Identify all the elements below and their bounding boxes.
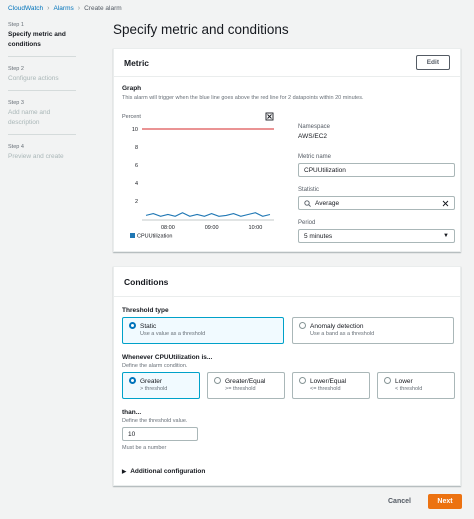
step-1: Step 1 Specify metric and conditions xyxy=(8,22,76,57)
step-3: Step 3 Add name and description xyxy=(8,100,76,135)
step-4: Step 4 Preview and create xyxy=(8,144,76,162)
condition-lower-option[interactable]: Lower < threshold xyxy=(377,372,455,399)
than-hint: Must be a number xyxy=(122,445,167,451)
x-tick-label: 10:00 xyxy=(249,225,263,231)
than-desc: Define the threshold value. xyxy=(122,418,188,424)
option-title: Greater/Equal xyxy=(225,378,266,386)
breadcrumb-cloudwatch[interactable]: CloudWatch xyxy=(8,5,43,12)
step-number: Step 4 xyxy=(8,144,24,150)
option-desc: >= threshold xyxy=(225,386,256,393)
metric-name-input[interactable]: CPUUtilization xyxy=(298,163,455,177)
cpu-series-line xyxy=(145,212,271,217)
whenever-desc: Define the alarm condition. xyxy=(122,363,188,369)
breadcrumb: CloudWatch › Alarms › Create alarm xyxy=(8,5,122,12)
step-number: Step 3 xyxy=(8,100,24,106)
anomaly-desc: Use a band as a threshold xyxy=(310,331,375,338)
step-number: Step 2 xyxy=(8,66,24,72)
metric-details: Namespace AWS/EC2 Metric name CPUUtiliza… xyxy=(298,124,455,243)
cancel-button[interactable]: Cancel xyxy=(388,498,411,505)
graph-label: Graph xyxy=(122,85,142,92)
step-number: Step 1 xyxy=(8,22,24,28)
caret-right-icon: ▶ xyxy=(122,468,127,475)
condition-greater-equal-option[interactable]: Greater/Equal >= threshold xyxy=(207,372,285,399)
option-title: Greater xyxy=(140,378,163,386)
step-title: Add name and description xyxy=(8,109,51,126)
step-2: Step 2 Configure actions xyxy=(8,66,76,91)
period-select[interactable]: 5 minutes ▼ xyxy=(298,229,455,243)
metric-panel-header: Metric Edit xyxy=(114,49,460,77)
y-tick-label: 10 xyxy=(132,127,138,133)
option-desc: < threshold xyxy=(395,386,423,393)
y-axis-label: Percent xyxy=(122,114,141,120)
step-title: Preview and create xyxy=(8,153,64,160)
conditions-panel: Conditions Threshold type Static Use a v… xyxy=(113,266,461,486)
cpu-chart: Percent 10 8 6 4 2 08:00 09:00 10:00 CPUUtiliz… xyxy=(122,112,274,240)
threshold-value-input[interactable]: 10 xyxy=(122,427,198,441)
x-tick-label: 09:00 xyxy=(205,225,219,231)
radio-unselected xyxy=(214,377,221,384)
step-divider xyxy=(8,56,76,57)
threshold-type-label: Threshold type xyxy=(122,307,169,314)
condition-greater-option[interactable]: Greater > threshold xyxy=(122,372,200,399)
than-label: than... xyxy=(122,409,142,416)
page-title: Specify metric and conditions xyxy=(113,22,289,37)
statistic-value: Average xyxy=(315,199,340,207)
y-tick-label: 6 xyxy=(135,163,138,169)
namespace-label: Namespace xyxy=(298,124,331,130)
radio-selected xyxy=(129,377,136,384)
caret-down-icon: ▼ xyxy=(443,233,449,239)
threshold-value: 10 xyxy=(128,430,136,438)
metric-panel-title: Metric xyxy=(124,57,150,68)
search-icon xyxy=(304,199,311,207)
option-title: Lower xyxy=(395,378,413,386)
chevron-right-icon: › xyxy=(77,5,81,12)
conditions-panel-title: Conditions xyxy=(124,276,169,287)
metric-panel: Metric Edit Graph This alarm will trigge… xyxy=(113,48,461,252)
threshold-anomaly-option[interactable]: Anomaly detection Use a band as a thresh… xyxy=(292,317,454,344)
step-divider xyxy=(8,90,76,91)
anomaly-title: Anomaly detection xyxy=(310,323,364,331)
wizard-steps: Step 1 Specify metric and conditions Ste… xyxy=(8,22,76,171)
conditions-panel-header: Conditions xyxy=(114,267,460,297)
y-tick-label: 8 xyxy=(135,145,138,151)
metric-name-label: Metric name xyxy=(298,154,332,160)
x-tick-label: 08:00 xyxy=(161,225,175,231)
step-divider xyxy=(8,134,76,135)
clear-icon[interactable] xyxy=(442,200,449,207)
static-title: Static xyxy=(140,323,157,331)
legend-swatch xyxy=(130,233,135,238)
breadcrumb-current: Create alarm xyxy=(84,5,122,12)
step-title: Configure actions xyxy=(8,75,59,82)
option-desc: <= threshold xyxy=(310,386,341,393)
static-desc: Use a value as a threshold xyxy=(140,331,206,338)
y-tick-label: 2 xyxy=(135,199,138,205)
next-button[interactable]: Next xyxy=(428,494,462,509)
radio-selected xyxy=(129,322,136,329)
chevron-right-icon: › xyxy=(47,5,50,12)
namespace-value: AWS/EC2 xyxy=(298,133,328,140)
breadcrumb-alarms[interactable]: Alarms xyxy=(54,5,74,12)
condition-lower-equal-option[interactable]: Lower/Equal <= threshold xyxy=(292,372,370,399)
metric-name-value: CPUUtilization xyxy=(304,166,346,174)
fullscreen-icon[interactable] xyxy=(265,112,274,121)
edit-metric-button[interactable]: Edit xyxy=(415,55,450,70)
radio-unselected xyxy=(384,377,391,384)
radio-unselected xyxy=(299,322,306,329)
option-title: Lower/Equal xyxy=(310,378,347,386)
graph-description: This alarm will trigger when the blue li… xyxy=(122,95,364,101)
option-desc: > threshold xyxy=(140,386,168,393)
additional-config-toggle[interactable]: ▶ Additional configuration xyxy=(122,468,205,475)
whenever-label: Whenever CPUUtilization is... xyxy=(122,354,213,361)
y-tick-label: 4 xyxy=(135,181,138,187)
threshold-static-option[interactable]: Static Use a value as a threshold xyxy=(122,317,284,344)
legend-label: CPUUtilization xyxy=(137,234,172,240)
period-label: Period xyxy=(298,220,316,226)
step-title: Specify metric and conditions xyxy=(8,31,66,48)
additional-config-label: Additional configuration xyxy=(130,468,206,475)
period-value: 5 minutes xyxy=(304,232,333,240)
radio-unselected xyxy=(299,377,306,384)
statistic-input[interactable]: Average xyxy=(298,196,455,210)
statistic-label: Statistic xyxy=(298,187,320,193)
